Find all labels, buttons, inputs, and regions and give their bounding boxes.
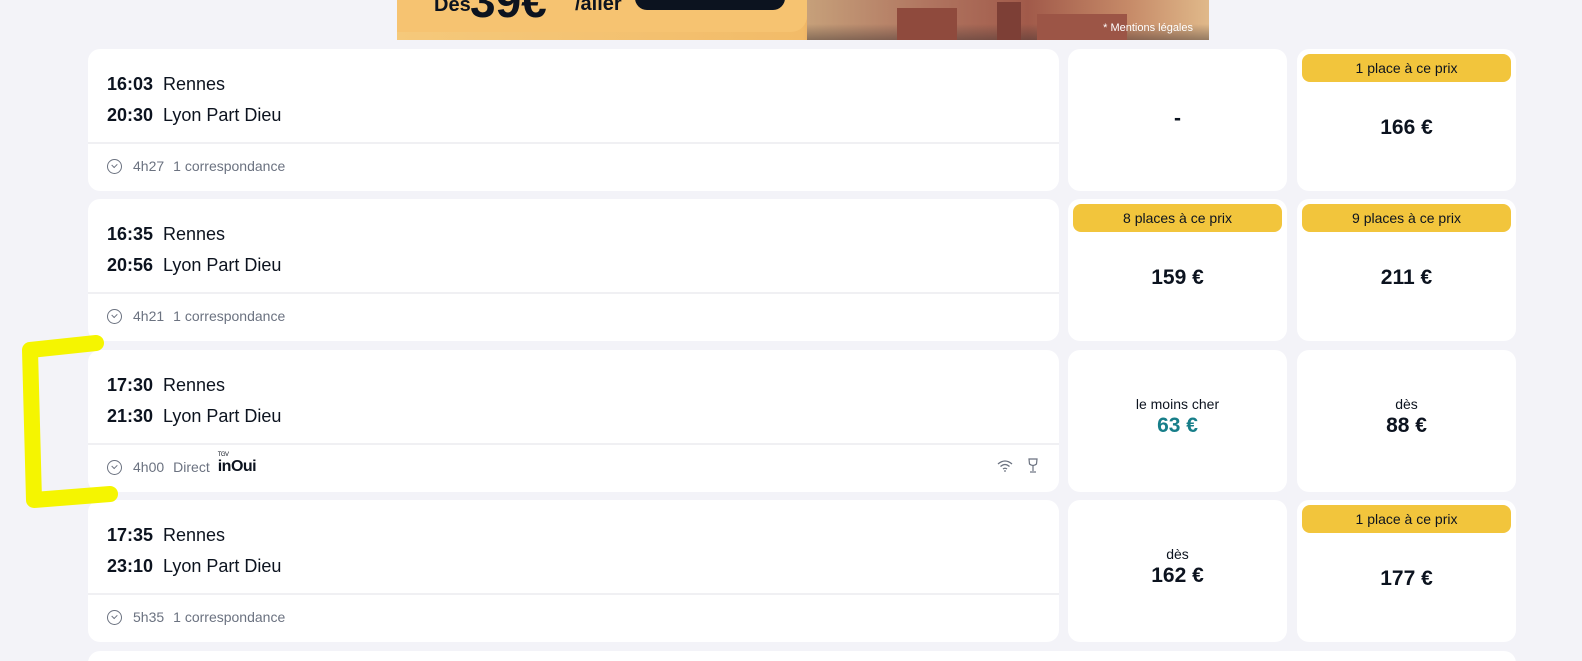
- inoui-logo-text: inOui: [217, 458, 257, 475]
- bar-icon: [1028, 458, 1038, 473]
- departure-time: 16:03: [107, 74, 154, 94]
- clock-icon: [107, 609, 122, 625]
- arrival-station: Lyon Part Dieu: [163, 255, 282, 275]
- duration: 4h00: [133, 459, 165, 475]
- arrival-time: 20:56: [107, 255, 154, 275]
- connections: 1 correspondance: [173, 308, 286, 324]
- promo-banner[interactable]: Dès 39€ /aller * Mentions légales: [397, 0, 1209, 40]
- journey-card[interactable]: 17:30 Rennes 21:30 Lyon Part Dieu 4h00 Dir…: [88, 350, 1059, 492]
- availability-badge: 9 places à ce prix: [1302, 204, 1511, 232]
- journey-row: 16:35 Rennes 20:56 Lyon Part Dieu 4h21 1 c…: [88, 199, 1516, 341]
- connections: 1 correspondance: [173, 158, 286, 174]
- inoui-logo-prefix: TGV: [217, 452, 229, 458]
- divider: [88, 292, 1059, 294]
- duration: 4h21: [133, 308, 165, 324]
- price-value: 177 €: [1380, 567, 1433, 590]
- arrival-station: Lyon Part Dieu: [163, 556, 282, 576]
- arrival-time: 20:30: [107, 105, 154, 125]
- connections: 1 correspondance: [173, 609, 286, 625]
- price-option-first-class[interactable]: dès 88 €: [1297, 350, 1516, 492]
- price-option-first-class[interactable]: 1 place à ce prix 177 €: [1297, 500, 1516, 642]
- price-option-second-class[interactable]: -: [1068, 49, 1287, 191]
- departure-station: Rennes: [163, 224, 226, 244]
- price-value: 88 €: [1386, 414, 1427, 437]
- banner-tower: [997, 2, 1021, 40]
- price-option-first-class[interactable]: 1 place à ce prix 166 €: [1297, 49, 1516, 191]
- departure-station: Rennes: [163, 375, 226, 395]
- departure-time: 17:30: [107, 375, 154, 395]
- journey-row: 17:35 Rennes 23:10 Lyon Part Dieu 5h35 1 c…: [88, 500, 1516, 642]
- price-value: -: [1174, 107, 1181, 130]
- clock-icon: [107, 459, 122, 475]
- duration: 4h27: [133, 158, 165, 174]
- price-label: dès: [1395, 396, 1418, 412]
- journey-row: 17:30 Rennes 21:30 Lyon Part Dieu 4h00 Dir…: [88, 350, 1516, 492]
- price-value: 162 €: [1151, 564, 1204, 587]
- promo-prefix: Dès: [434, 0, 471, 16]
- journey-card[interactable]: 16:03 Rennes 20:30 Lyon Part Dieu 4h27 1 c…: [88, 49, 1059, 191]
- price-option-second-class[interactable]: dès 162 €: [1068, 500, 1287, 642]
- clock-icon: [107, 308, 122, 324]
- price-option-first-class[interactable]: 9 places à ce prix 211 €: [1297, 199, 1516, 341]
- clock-icon: [107, 158, 122, 174]
- wifi-icon: [997, 459, 1013, 472]
- journey-card-partial[interactable]: [88, 651, 1516, 661]
- divider: [88, 142, 1059, 144]
- journey-card[interactable]: 16:35 Rennes 20:56 Lyon Part Dieu 4h21 1 c…: [88, 199, 1059, 341]
- price-label: dès: [1166, 546, 1189, 562]
- availability-badge: 1 place à ce prix: [1302, 505, 1511, 533]
- journey-row: 16:03 Rennes 20:30 Lyon Part Dieu 4h27 1 c…: [88, 49, 1516, 191]
- journey-card[interactable]: 17:35 Rennes 23:10 Lyon Part Dieu 5h35 1 c…: [88, 500, 1059, 642]
- connections: Direct: [173, 459, 210, 475]
- price-value: 166 €: [1380, 116, 1433, 139]
- banner-building: [897, 8, 957, 40]
- price-option-second-class[interactable]: le moins cher 63 €: [1068, 350, 1287, 492]
- price-value: 211 €: [1380, 266, 1433, 289]
- divider: [88, 443, 1059, 445]
- arrival-time: 21:30: [107, 406, 154, 426]
- promo-cta-button[interactable]: [635, 0, 785, 10]
- price-option-second-class[interactable]: 8 places à ce prix 159 €: [1068, 199, 1287, 341]
- availability-badge: 1 place à ce prix: [1302, 54, 1511, 82]
- arrival-station: Lyon Part Dieu: [163, 406, 282, 426]
- duration: 5h35: [133, 609, 165, 625]
- arrival-station: Lyon Part Dieu: [163, 105, 282, 125]
- departure-station: Rennes: [163, 525, 226, 545]
- legal-mentions-link[interactable]: * Mentions légales: [1103, 22, 1193, 34]
- arrival-time: 23:10: [107, 556, 154, 576]
- promo-suffix: /aller: [575, 0, 622, 15]
- departure-time: 17:35: [107, 525, 154, 545]
- price-value: 159 €: [1151, 266, 1204, 289]
- divider: [88, 593, 1059, 595]
- departure-time: 16:35: [107, 224, 154, 244]
- price-label: le moins cher: [1135, 396, 1220, 412]
- promo-amount: 39€: [470, 0, 547, 27]
- departure-station: Rennes: [163, 74, 226, 94]
- inoui-logo: TGV inOui: [217, 452, 257, 476]
- availability-badge: 8 places à ce prix: [1073, 204, 1282, 232]
- price-value: 63 €: [1157, 414, 1198, 437]
